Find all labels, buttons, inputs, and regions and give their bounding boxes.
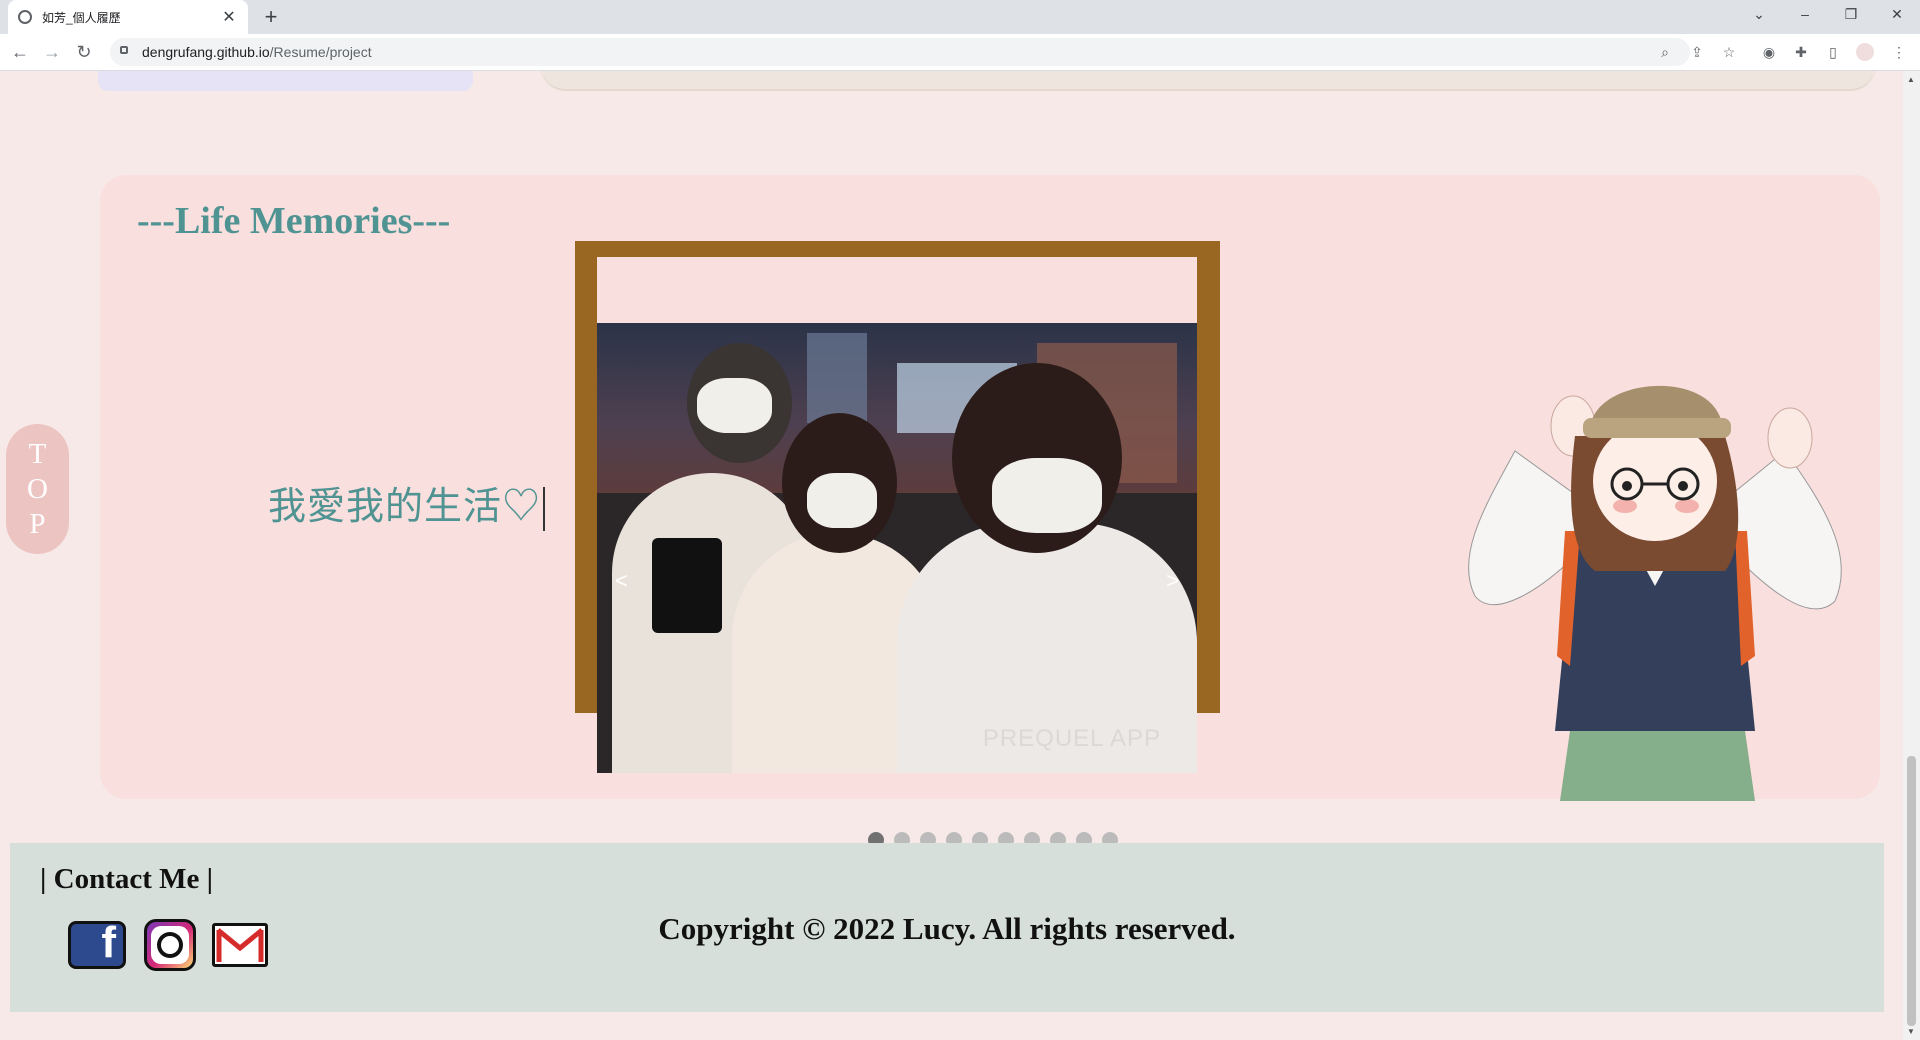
close-window-button[interactable]: ✕ — [1874, 0, 1920, 30]
carousel-slide-photo: PREQUEL APP < > — [597, 323, 1197, 773]
tab-title: 如芳_個人履歷 — [42, 10, 121, 25]
photo-watermark: PREQUEL APP — [982, 725, 1161, 752]
profile-avatar-icon[interactable] — [1856, 43, 1874, 61]
photo-jacket-pocket — [652, 538, 722, 633]
extension-bug-icon[interactable]: ◉ — [1760, 43, 1778, 61]
address-bar[interactable]: dengrufang.github.io/Resume/project — [110, 38, 1690, 66]
scroll-up-icon[interactable]: ▲ — [1907, 75, 1915, 84]
top-letter-p: P — [29, 507, 46, 540]
scroll-down-icon[interactable]: ▼ — [1907, 1027, 1915, 1036]
share-icon[interactable]: ⇪ — [1688, 43, 1706, 61]
page-scrollbar[interactable]: ▲ ▼ — [1903, 71, 1920, 1040]
back-icon[interactable]: ← — [6, 39, 34, 65]
url-text: dengrufang.github.io/Resume/project — [142, 44, 372, 60]
lock-icon — [120, 46, 128, 54]
copyright-text: Copyright © 2022 Lucy. All rights reserv… — [658, 911, 1236, 946]
browser-toolbar: ← → ↻ dengrufang.github.io/Resume/projec… — [0, 34, 1920, 71]
globe-icon — [18, 10, 32, 24]
carousel-prev-button[interactable]: < — [615, 568, 628, 594]
previous-section-card-right — [540, 71, 1876, 91]
side-panel-icon[interactable]: ▯ — [1824, 43, 1842, 61]
new-tab-button[interactable]: + — [258, 4, 284, 30]
tab-search-icon[interactable]: ⌄ — [1736, 0, 1782, 30]
photo-mask-middle — [807, 473, 877, 528]
bookmark-star-icon[interactable]: ☆ — [1720, 43, 1738, 61]
minimize-button[interactable]: – — [1782, 0, 1828, 30]
contact-heading: | Contact Me | — [40, 863, 214, 895]
photo-frame-inner — [597, 257, 1197, 323]
photo-mask-right — [992, 458, 1102, 533]
menu-kebab-icon[interactable]: ⋮ — [1890, 43, 1908, 61]
section-title: ---Life Memories--- — [137, 200, 451, 242]
browser-tab-strip: 如芳_個人履歷 ✕ + ⌄ – ❐ ✕ — [0, 0, 1920, 34]
reload-icon[interactable]: ↻ — [70, 39, 98, 65]
previous-section-card-left — [98, 71, 473, 91]
scrollbar-thumb[interactable] — [1907, 756, 1916, 1026]
browser-tab[interactable]: 如芳_個人履歷 ✕ — [8, 0, 248, 34]
top-letter-t: T — [28, 437, 47, 470]
footer: | Contact Me | f Copyright © 2022 Lucy. … — [10, 843, 1884, 1012]
close-tab-icon[interactable]: ✕ — [220, 7, 238, 27]
typing-text: 我愛我的生活♡ — [268, 475, 546, 531]
typing-caret — [543, 486, 546, 531]
photo-mask-left — [697, 378, 772, 433]
back-to-top-button[interactable]: T O P — [6, 424, 69, 554]
zoom-icon[interactable]: ⌕ — [1656, 43, 1674, 61]
forward-icon[interactable]: → — [38, 39, 66, 65]
top-letter-o: O — [27, 472, 48, 505]
page-viewport: ---Life Memories--- 我愛我的生活♡ PREQUEL APP … — [0, 71, 1903, 1040]
restore-button[interactable]: ❐ — [1828, 0, 1874, 30]
extensions-puzzle-icon[interactable]: ✚ — [1792, 43, 1810, 61]
photo-building — [807, 333, 867, 423]
carousel-next-button[interactable]: > — [1166, 568, 1179, 594]
girl-illustration — [1468, 385, 1842, 801]
